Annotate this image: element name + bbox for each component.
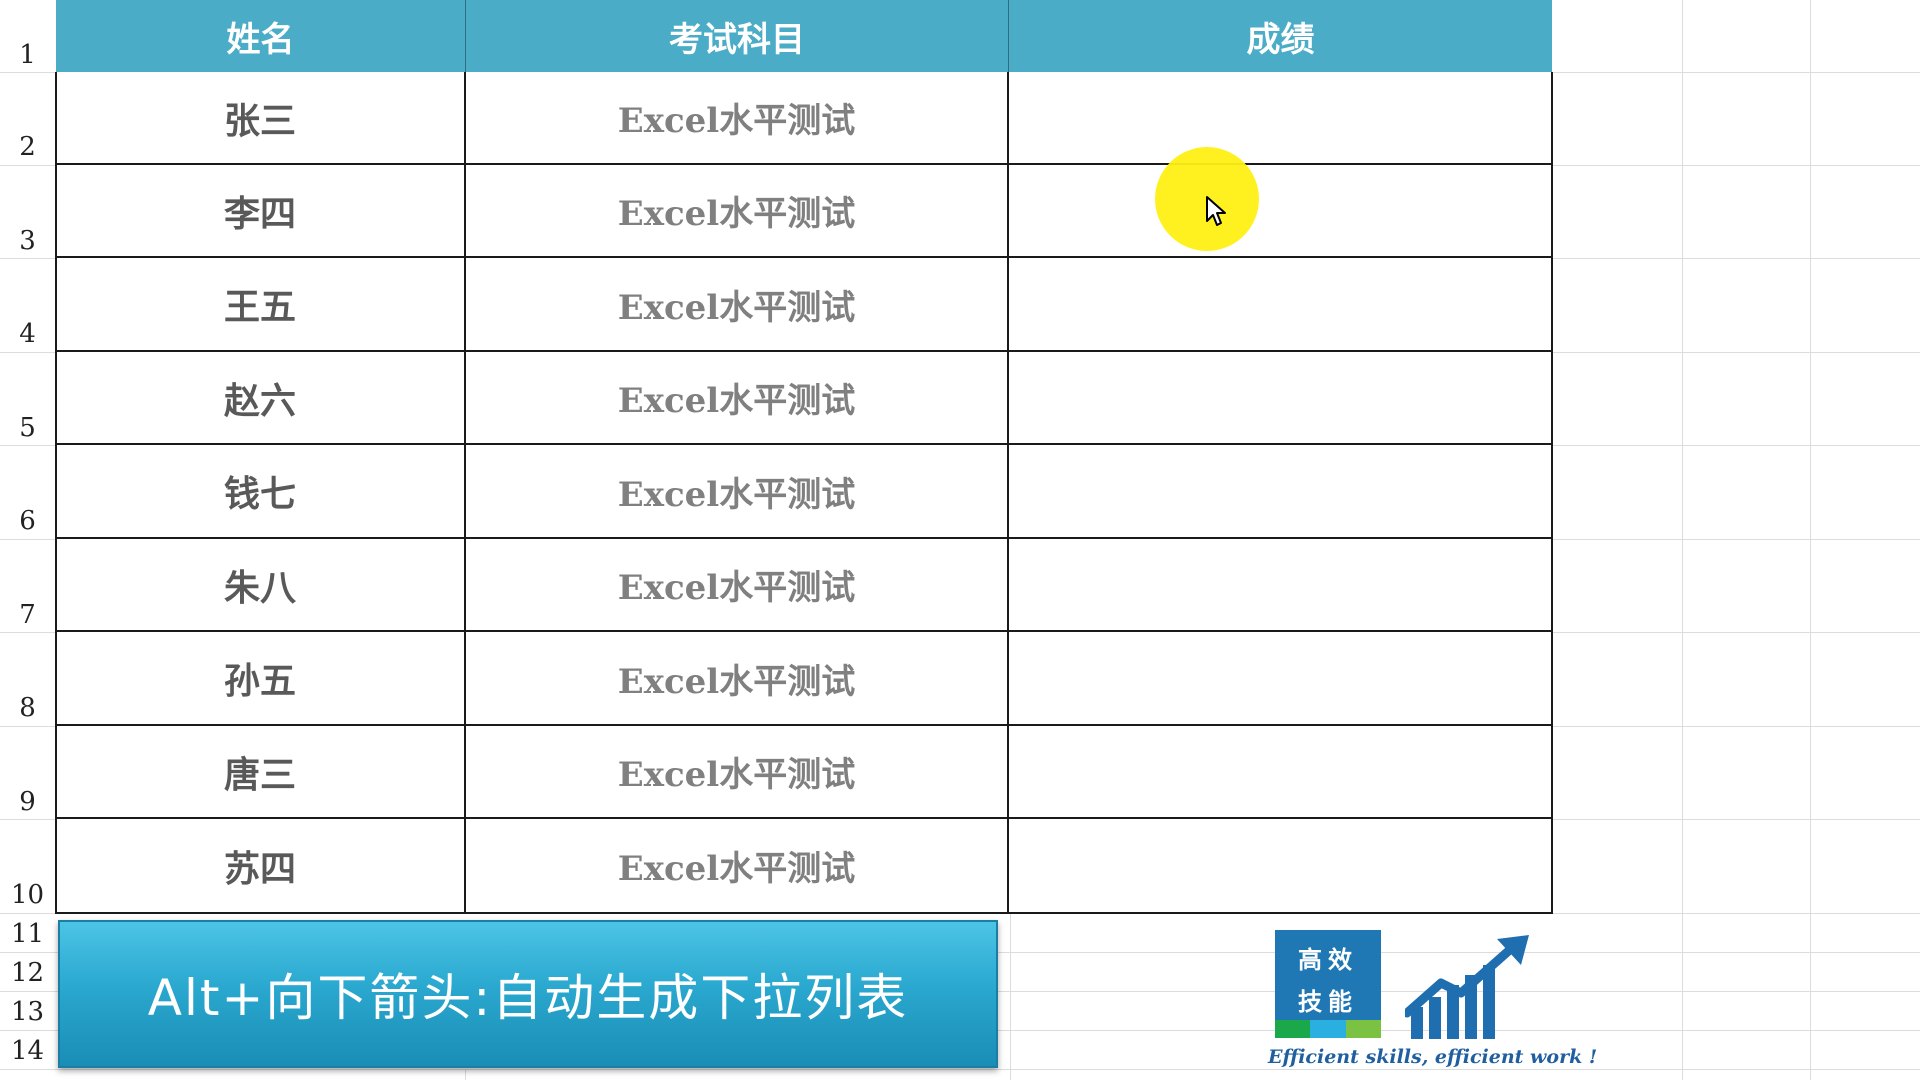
row-header-1[interactable]: 1 [0,40,55,70]
gridline [1553,913,1920,914]
row-header-5[interactable]: 5 [0,413,55,443]
cell-score-row-7[interactable] [1009,539,1553,632]
caption-banner: Alt+向下箭头:自动生成下拉列表 [58,920,998,1068]
row-header-13[interactable]: 13 [0,997,55,1027]
cell-name-row-8[interactable]: 孙五 [56,632,466,726]
gridline [0,1069,1920,1070]
logo-text-line1: 高效 [1298,946,1358,974]
gridline [1553,539,1920,540]
cell-score-row-5[interactable] [1009,352,1553,445]
caption-text: Alt+向下箭头:自动生成下拉列表 [147,969,909,1027]
cell-name-row-3[interactable]: 李四 [56,165,466,258]
row-header-9[interactable]: 9 [0,787,55,817]
cell-score-row-10[interactable] [1009,819,1553,914]
cell-name-row-5[interactable]: 赵六 [56,352,466,445]
gridline [0,913,55,914]
cell-score-row-9[interactable] [1009,726,1553,819]
cell-score-row-2[interactable] [1009,72,1553,165]
gridline [0,258,55,259]
cell-score-row-8[interactable] [1009,632,1553,726]
header-cell-subject[interactable]: 考试科目 [466,0,1009,72]
gridline [1553,352,1920,353]
gridline [0,445,55,446]
gridline [1553,632,1920,633]
cell-subject-row-8[interactable]: Excel水平测试 [466,632,1009,726]
cell-subject-row-2[interactable]: Excel水平测试 [466,72,1009,165]
gridline [1553,72,1920,73]
cell-subject-row-4[interactable]: Excel水平测试 [466,258,1009,352]
cell-subject-row-3[interactable]: Excel水平测试 [466,165,1009,258]
logo-slogan: Efficient skills, efficient work ! [1268,1046,1598,1068]
header-cell-score[interactable]: 成绩 [1009,0,1552,72]
gridline [0,726,55,727]
gridline [465,1070,466,1080]
gridline [0,72,55,73]
gridline [0,632,55,633]
cell-name-row-7[interactable]: 朱八 [56,539,466,632]
gridline [1810,0,1811,1080]
header-cell-name[interactable]: 姓名 [56,0,466,72]
growth-chart-icon [1402,935,1535,1044]
cell-subject-row-7[interactable]: Excel水平测试 [466,539,1009,632]
row-header-14[interactable]: 14 [0,1036,55,1066]
cell-score-row-6[interactable] [1009,445,1553,539]
row-header-8[interactable]: 8 [0,693,55,723]
row-header-10[interactable]: 10 [0,880,55,910]
cell-name-row-6[interactable]: 钱七 [56,445,466,539]
cell-score-row-4[interactable] [1009,258,1553,352]
cell-subject-row-5[interactable]: Excel水平测试 [466,352,1009,445]
row-header-7[interactable]: 7 [0,600,55,630]
cell-score-row-3[interactable] [1009,165,1553,258]
row-header-3[interactable]: 3 [0,226,55,256]
cell-name-row-10[interactable]: 苏四 [56,819,466,914]
gridline [1553,165,1920,166]
gridline [1553,445,1920,446]
gridline [1553,726,1920,727]
gridline [0,539,55,540]
mouse-pointer-icon [1205,195,1229,233]
logo-text-line2: 技能 [1298,988,1358,1016]
cell-name-row-4[interactable]: 王五 [56,258,466,352]
cell-subject-row-9[interactable]: Excel水平测试 [466,726,1009,819]
gridline [1553,258,1920,259]
spreadsheet: 1 2 3 4 5 6 7 8 9 10 11 12 13 14 姓名 考试科目… [0,0,1920,1080]
gridline [0,352,55,353]
cell-name-row-2[interactable]: 张三 [56,72,466,165]
cell-name-row-9[interactable]: 唐三 [56,726,466,819]
gridline [0,165,55,166]
gridline [0,819,55,820]
gridline [1010,914,1011,1080]
row-header-4[interactable]: 4 [0,319,55,349]
gridline [1553,819,1920,820]
cell-subject-row-6[interactable]: Excel水平测试 [466,445,1009,539]
row-header-6[interactable]: 6 [0,506,55,536]
cell-subject-row-10[interactable]: Excel水平测试 [466,819,1009,914]
row-header-2[interactable]: 2 [0,132,55,162]
logo-stripe [1275,1020,1381,1038]
row-header-11[interactable]: 11 [0,919,55,949]
gridline [1682,0,1683,1080]
row-header-12[interactable]: 12 [0,958,55,988]
